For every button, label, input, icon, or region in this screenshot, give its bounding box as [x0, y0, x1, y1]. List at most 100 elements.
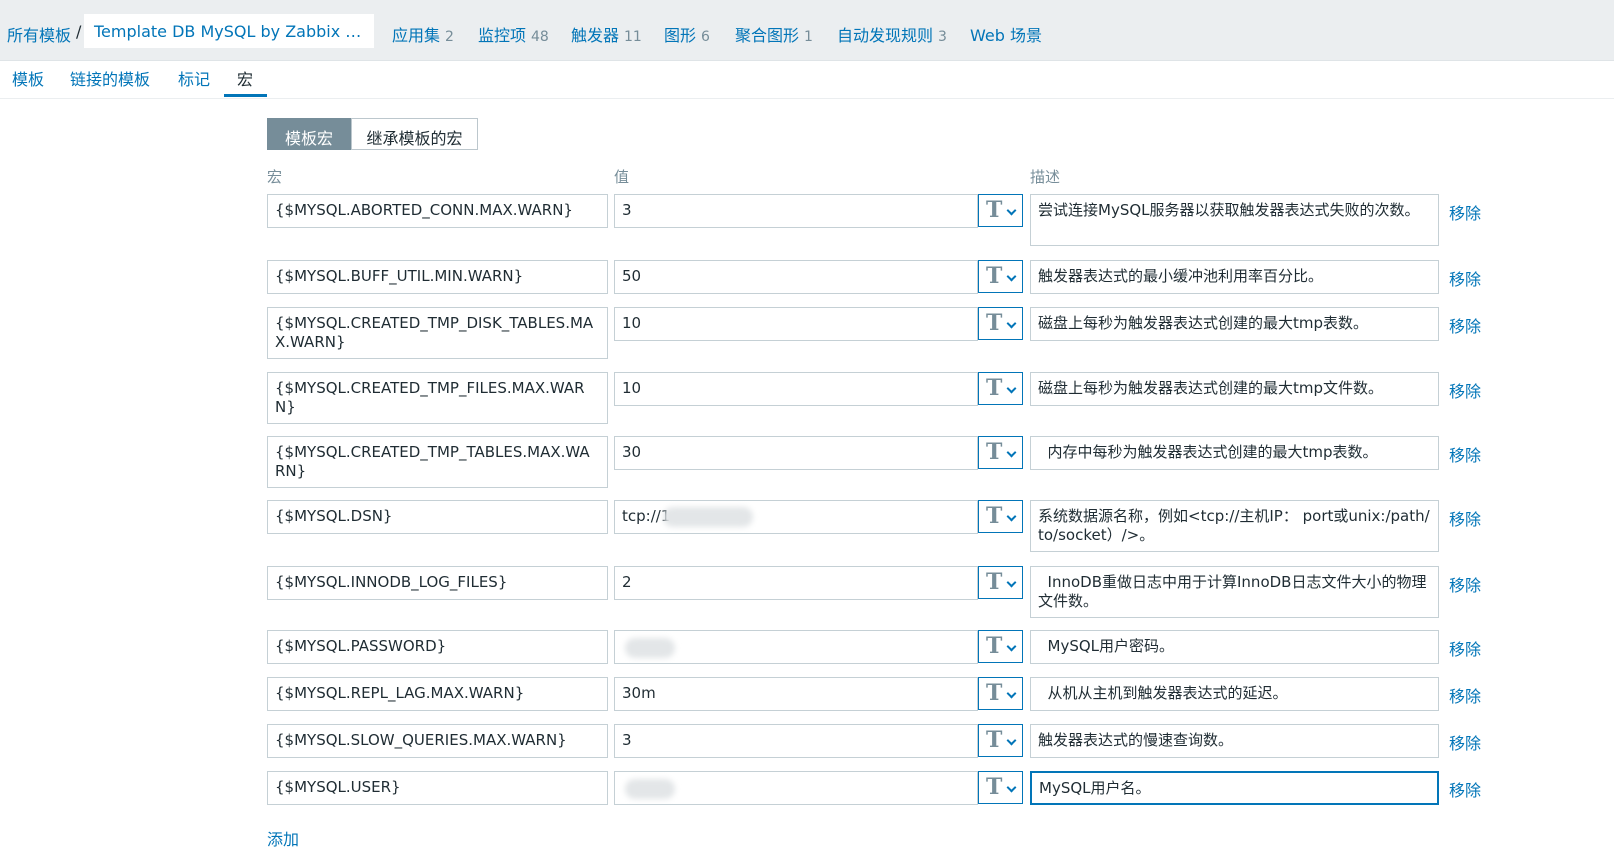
- text-type-icon: T: [986, 774, 1003, 800]
- macro-value-input[interactable]: tcp://1: [614, 500, 978, 534]
- breadcrumb-separator: /: [76, 22, 82, 41]
- column-header-value: 值: [614, 168, 630, 186]
- redacted-value: [625, 779, 675, 799]
- macro-description-input[interactable]: MySQL用户名。: [1030, 771, 1439, 805]
- nav-discovery-rules[interactable]: 自动发现规则 3: [837, 22, 947, 46]
- remove-macro-link[interactable]: 移除: [1449, 378, 1481, 402]
- macro-value-input[interactable]: 10: [614, 307, 978, 341]
- nav-label: 监控项: [478, 26, 527, 45]
- macro-name-input[interactable]: {$MYSQL.CREATED_TMP_FILES.MAX.WARN}: [267, 372, 608, 424]
- remove-macro-link[interactable]: 移除: [1449, 200, 1481, 224]
- remove-macro-link[interactable]: 移除: [1449, 636, 1481, 660]
- nav-label: 图形: [664, 26, 697, 45]
- nav-triggers[interactable]: 触发器 11: [571, 22, 642, 46]
- text-type-icon: T: [986, 439, 1003, 465]
- nav-label: 应用集: [392, 26, 441, 45]
- column-header-description: 描述: [1030, 168, 1061, 186]
- macro-name-input[interactable]: {$MYSQL.DSN}: [267, 500, 608, 534]
- nav-graphs[interactable]: 图形 6: [664, 22, 710, 46]
- nav-applications[interactable]: 应用集 2: [392, 22, 454, 46]
- macro-name-input[interactable]: {$MYSQL.ABORTED_CONN.MAX.WARN}: [267, 194, 608, 228]
- tab-template[interactable]: 模板: [12, 66, 44, 90]
- macro-value-input[interactable]: 30m: [614, 677, 978, 711]
- macro-value-input[interactable]: [614, 630, 978, 664]
- chevron-down-icon: [1006, 511, 1017, 522]
- value-type-button[interactable]: T: [978, 372, 1023, 405]
- value-type-button[interactable]: T: [978, 630, 1023, 663]
- macro-value-input[interactable]: 10: [614, 372, 978, 406]
- text-type-icon: T: [986, 503, 1003, 529]
- inherited-macros-button[interactable]: 继承模板的宏: [351, 118, 478, 150]
- template-macros-button[interactable]: 模板宏: [267, 118, 351, 150]
- text-type-icon: T: [986, 375, 1003, 401]
- macro-description-input[interactable]: 触发器表达式的慢速查询数。: [1030, 724, 1439, 758]
- value-type-button[interactable]: T: [978, 500, 1023, 533]
- nav-screens[interactable]: 聚合图形 1: [735, 22, 813, 46]
- value-type-button[interactable]: T: [978, 307, 1023, 340]
- value-type-button[interactable]: T: [978, 677, 1023, 710]
- text-type-icon: T: [986, 310, 1003, 336]
- macro-description-input[interactable]: 从机从主机到触发器表达式的延迟。: [1030, 677, 1439, 711]
- remove-macro-link[interactable]: 移除: [1449, 777, 1481, 801]
- tab-linked-templates[interactable]: 链接的模板: [70, 66, 150, 90]
- remove-macro-link[interactable]: 移除: [1449, 683, 1481, 707]
- text-type-icon: T: [986, 680, 1003, 706]
- chevron-down-icon: [1006, 688, 1017, 699]
- remove-macro-link[interactable]: 移除: [1449, 730, 1481, 754]
- macro-value-input[interactable]: 30: [614, 436, 978, 470]
- macro-description-input[interactable]: 系统数据源名称，例如<tcp://主机IP： port或unix:/path/t…: [1030, 500, 1439, 552]
- remove-macro-link[interactable]: 移除: [1449, 313, 1481, 337]
- remove-macro-link[interactable]: 移除: [1449, 266, 1481, 290]
- redacted-value: [663, 507, 753, 527]
- nav-label: 聚合图形: [735, 26, 800, 45]
- macro-description-input[interactable]: MySQL用户密码。: [1030, 630, 1439, 664]
- macro-name-input[interactable]: {$MYSQL.BUFF_UTIL.MIN.WARN}: [267, 260, 608, 294]
- value-type-button[interactable]: T: [978, 436, 1023, 469]
- macro-name-input[interactable]: {$MYSQL.USER}: [267, 771, 608, 805]
- macro-name-input[interactable]: {$MYSQL.INNODB_LOG_FILES}: [267, 566, 608, 600]
- macro-description-input[interactable]: 内存中每秒为触发器表达式创建的最大tmp表数。: [1030, 436, 1439, 470]
- chevron-down-icon: [1006, 641, 1017, 652]
- text-type-icon: T: [986, 263, 1003, 289]
- nav-count: 1: [804, 29, 813, 45]
- chevron-down-icon: [1006, 205, 1017, 216]
- macro-name-input[interactable]: {$MYSQL.CREATED_TMP_DISK_TABLES.MAX.WARN…: [267, 307, 608, 359]
- macro-value-input[interactable]: 2: [614, 566, 978, 600]
- nav-web-scenarios[interactable]: Web 场景: [970, 22, 1047, 46]
- remove-macro-link[interactable]: 移除: [1449, 506, 1481, 530]
- value-type-button[interactable]: T: [978, 724, 1023, 757]
- active-tab-indicator: [224, 94, 267, 97]
- chevron-down-icon: [1006, 782, 1017, 793]
- nav-count: 3: [938, 29, 947, 45]
- macro-name-input[interactable]: {$MYSQL.PASSWORD}: [267, 630, 608, 664]
- nav-items[interactable]: 监控项 48: [478, 22, 549, 46]
- macro-name-input[interactable]: {$MYSQL.SLOW_QUERIES.MAX.WARN}: [267, 724, 608, 758]
- macro-description-input[interactable]: 触发器表达式的最小缓冲池利用率百分比。: [1030, 260, 1439, 294]
- value-type-button[interactable]: T: [978, 260, 1023, 293]
- breadcrumb-current-template[interactable]: Template DB MySQL by Zabbix agen...: [84, 14, 374, 48]
- remove-macro-link[interactable]: 移除: [1449, 572, 1481, 596]
- macro-value-input[interactable]: [614, 771, 978, 805]
- form-tabs: 模板 链接的模板 标记 宏: [0, 60, 1614, 99]
- value-type-button[interactable]: T: [978, 566, 1023, 599]
- macro-value-input[interactable]: 3: [614, 194, 978, 228]
- value-type-button[interactable]: T: [978, 771, 1023, 804]
- tab-tags[interactable]: 标记: [178, 66, 210, 90]
- add-macro-link[interactable]: 添加: [267, 826, 299, 850]
- macro-name-input[interactable]: {$MYSQL.REPL_LAG.MAX.WARN}: [267, 677, 608, 711]
- macro-value-input[interactable]: 3: [614, 724, 978, 758]
- text-type-icon: T: [986, 569, 1003, 595]
- column-header-macro: 宏: [267, 168, 283, 186]
- macro-value-input[interactable]: 50: [614, 260, 978, 294]
- macro-description-input[interactable]: InnoDB重做日志中用于计算InnoDB日志文件大小的物理文件数。: [1030, 566, 1439, 618]
- redacted-value: [625, 638, 675, 658]
- nav-label: 自动发现规则: [837, 26, 934, 45]
- breadcrumb-all-templates[interactable]: 所有模板: [7, 22, 71, 46]
- macro-name-input[interactable]: {$MYSQL.CREATED_TMP_TABLES.MAX.WARN}: [267, 436, 608, 488]
- macro-description-input[interactable]: 磁盘上每秒为触发器表达式创建的最大tmp文件数。: [1030, 372, 1439, 406]
- value-type-button[interactable]: T: [978, 194, 1023, 227]
- remove-macro-link[interactable]: 移除: [1449, 442, 1481, 466]
- tab-macros[interactable]: 宏: [237, 66, 253, 90]
- macro-description-input[interactable]: 尝试连接MySQL服务器以获取触发器表达式失败的次数。: [1030, 194, 1439, 246]
- macro-description-input[interactable]: 磁盘上每秒为触发器表达式创建的最大tmp表数。: [1030, 307, 1439, 341]
